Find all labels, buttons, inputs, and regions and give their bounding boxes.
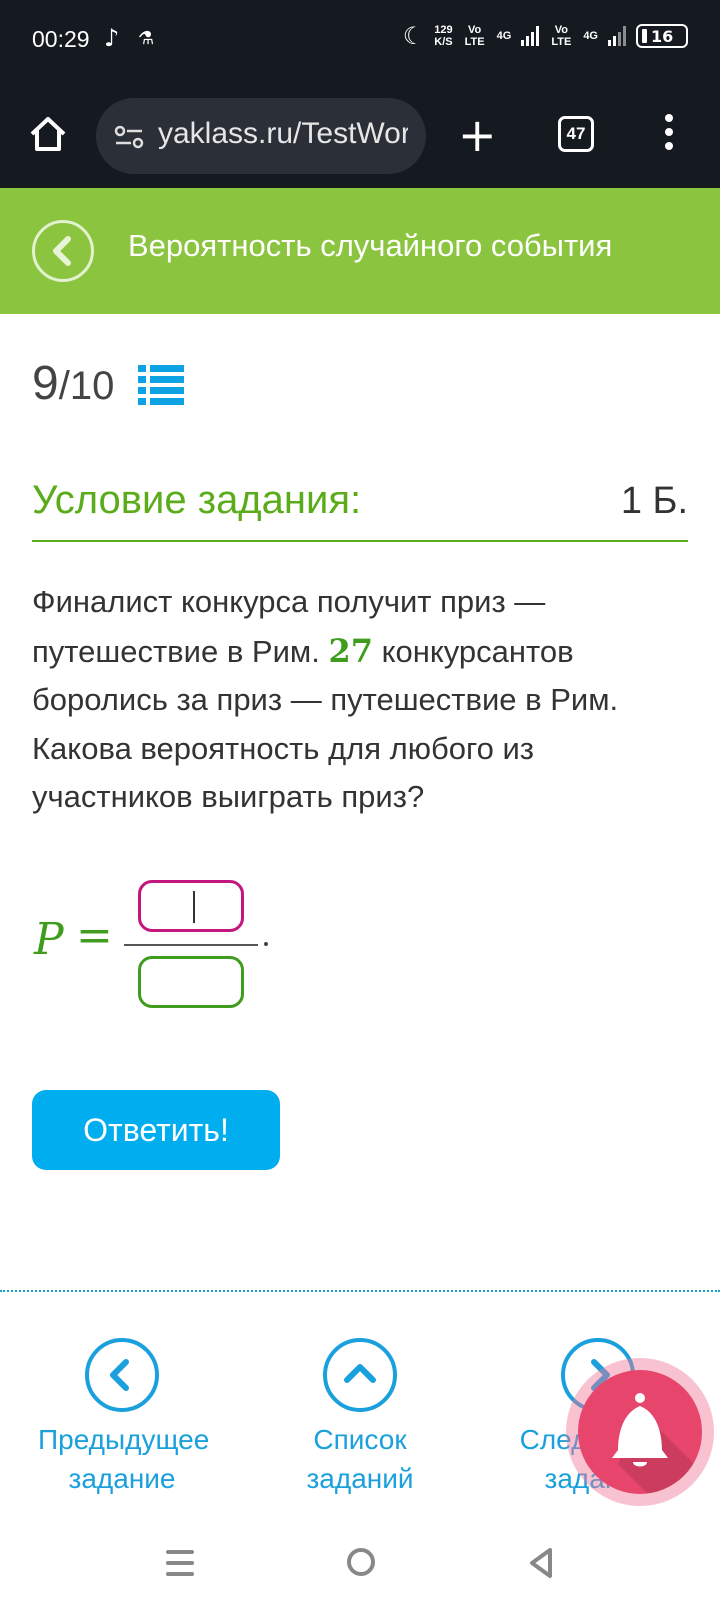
net-speed: 129 K/S <box>434 24 452 48</box>
system-nav-bar <box>0 1520 720 1612</box>
prev-task-label-2: задание <box>68 1463 176 1494</box>
volte-badge-2: Vo LTE <box>551 24 572 48</box>
battery-level: 16 <box>651 26 674 46</box>
condition-title: Условие задания: <box>32 478 362 522</box>
back-button[interactable] <box>32 220 94 282</box>
site-settings-icon[interactable] <box>114 124 144 150</box>
system-home-icon[interactable] <box>347 1548 375 1576</box>
prev-task-label-1: Предыдущее <box>38 1424 210 1455</box>
battery-icon: 16 <box>636 24 688 48</box>
task-number: 27 <box>328 631 373 670</box>
task-list-icon[interactable] <box>138 364 184 406</box>
home-icon[interactable] <box>28 114 68 154</box>
tab-count: 47 <box>566 124 586 143</box>
submit-answer-button[interactable]: Ответить! <box>32 1090 280 1170</box>
system-back-icon[interactable] <box>526 1546 556 1580</box>
tabs-icon[interactable]: 47 <box>558 116 594 152</box>
url-text[interactable]: yaklass.ru/TestWork <box>158 117 408 151</box>
notification-bell-button[interactable] <box>578 1370 702 1494</box>
signal-type-2: 4G <box>583 30 598 42</box>
task-progress: 9/10 <box>32 356 114 411</box>
recent-apps-icon[interactable] <box>166 1550 194 1576</box>
task-text: Финалист конкурса получит приз — путешес… <box>32 578 692 822</box>
formula-period <box>264 942 268 946</box>
url-bar[interactable]: yaklass.ru/TestWork <box>96 98 426 174</box>
numerator-input[interactable] <box>138 880 244 932</box>
tiktok-icon: ♪ <box>104 24 120 52</box>
text-caret <box>193 891 195 923</box>
bell-icon <box>612 1393 702 1494</box>
signal-icon <box>521 26 540 46</box>
chevron-left-icon <box>85 1338 159 1412</box>
task-list-label-2: заданий <box>306 1463 414 1494</box>
formula-equals: = <box>76 910 113 961</box>
formula-variable: P <box>34 914 64 965</box>
status-time: 00:29 <box>32 26 90 52</box>
net-speed-unit: K/S <box>434 36 453 48</box>
net-speed-value: 129 <box>434 24 453 36</box>
task-list-label-1: Список <box>313 1424 407 1455</box>
fraction-line <box>124 944 258 946</box>
progress-current: 9 <box>32 357 59 410</box>
menu-icon[interactable] <box>664 114 674 154</box>
prev-task-button[interactable]: Предыдущее задание <box>38 1338 210 1498</box>
browser-toolbar: yaklass.ru/TestWork + 47 <box>0 84 720 188</box>
condition-divider <box>32 540 688 542</box>
dotted-divider <box>0 1290 720 1292</box>
moon-icon: ☾ <box>402 22 425 50</box>
new-tab-icon[interactable]: + <box>458 112 497 158</box>
denominator-input[interactable] <box>138 956 244 1008</box>
chevron-left-icon <box>53 236 71 266</box>
status-indicators: ☾ 129 K/S Vo LTE 4G Vo LTE 4G 16 <box>403 22 688 50</box>
chevron-up-icon <box>323 1338 397 1412</box>
flask-icon: ⚗ <box>138 28 155 49</box>
topic-title: Вероятность случайного события <box>128 228 613 263</box>
status-bar: 00:29 ♪ ⚗ ☾ 129 K/S Vo LTE 4G Vo LTE 4G 1… <box>0 0 720 84</box>
volte-badge-1: Vo LTE <box>464 24 485 48</box>
task-list-button[interactable]: Список заданий <box>276 1338 444 1498</box>
points-label: 1 Б. <box>620 480 688 522</box>
signal-icon-2 <box>608 26 626 46</box>
topic-header: Вероятность случайного события <box>0 188 720 314</box>
signal-type-1: 4G <box>496 30 512 42</box>
progress-total: /10 <box>58 364 115 408</box>
